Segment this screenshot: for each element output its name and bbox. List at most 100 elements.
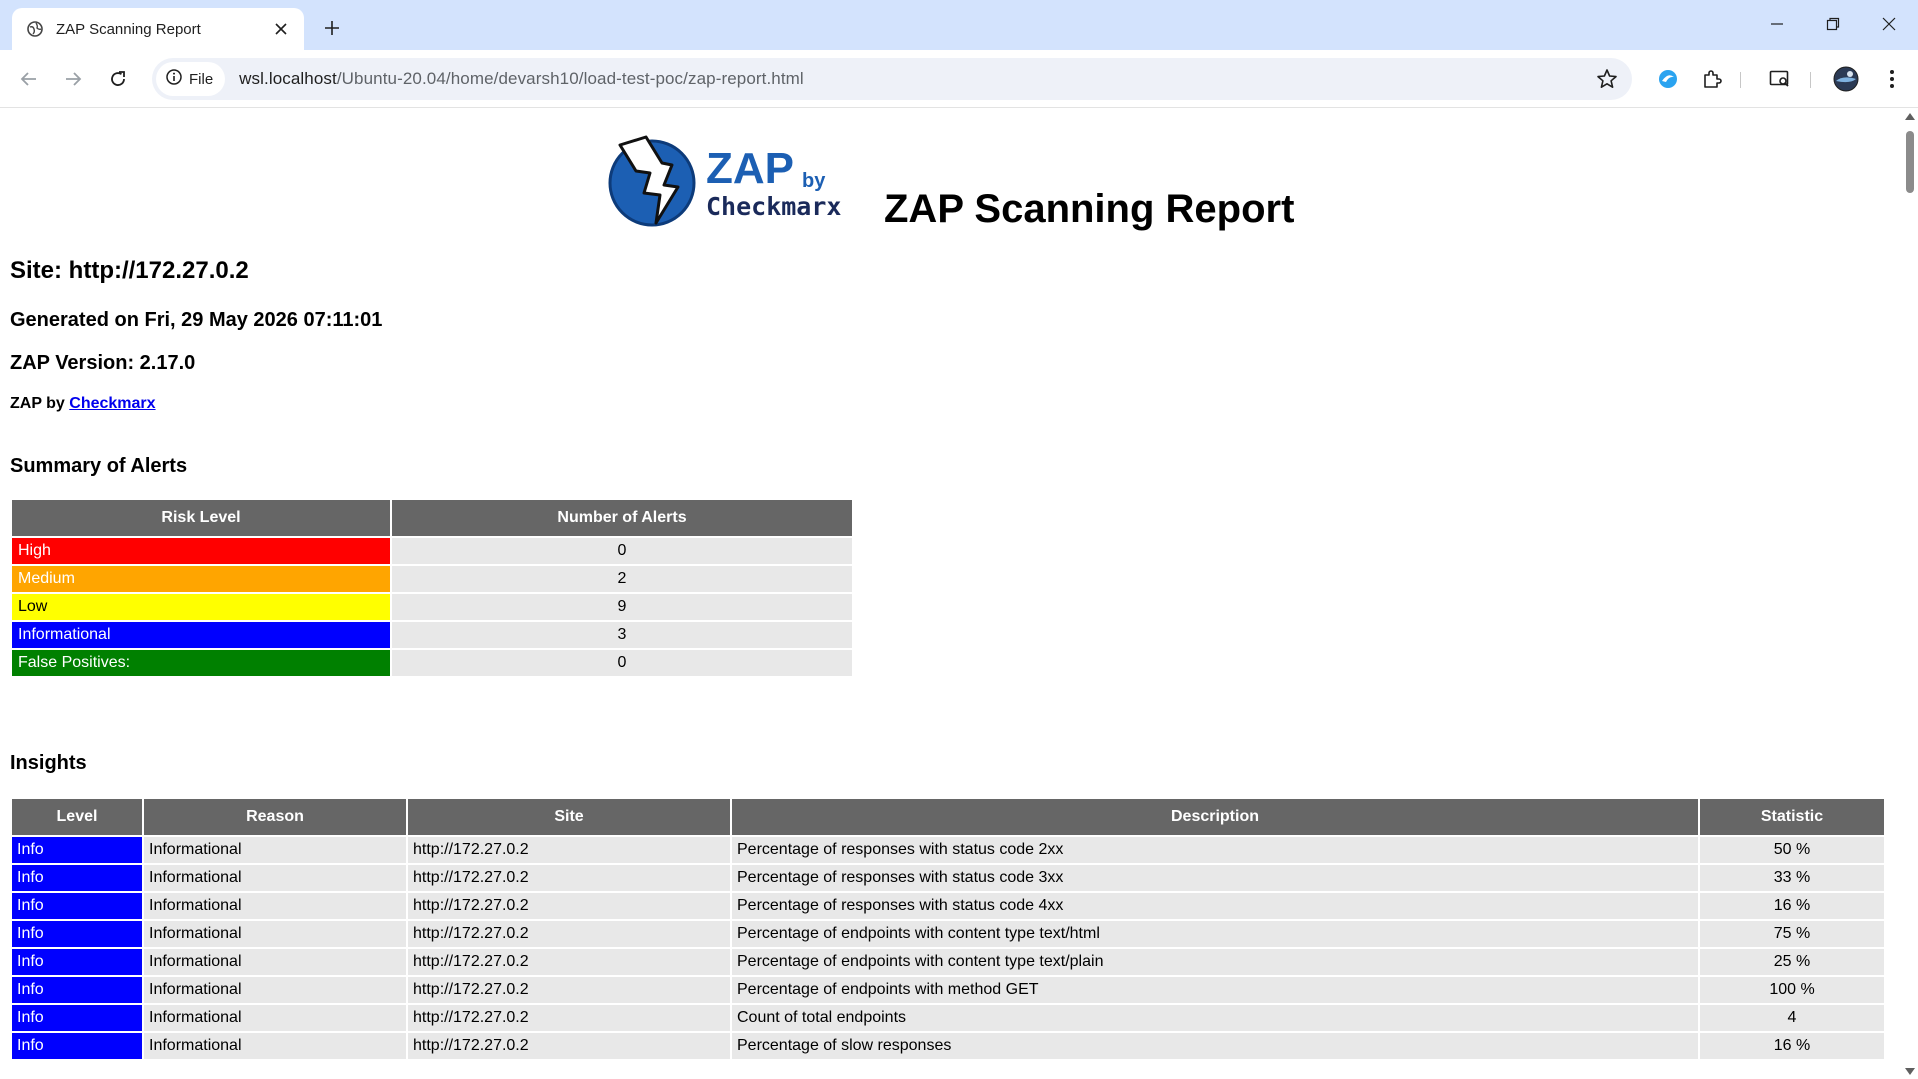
- toolbar-separator: [1810, 72, 1811, 88]
- browser-tab[interactable]: ZAP Scanning Report: [12, 8, 304, 50]
- zap-by-line: ZAP by Checkmarx: [10, 395, 156, 413]
- profile-avatar-icon[interactable]: [1829, 62, 1863, 96]
- insight-row: Info Informational http://172.27.0.2 Percen…: [12, 865, 1884, 891]
- statistic-cell: 16 %: [1700, 1033, 1884, 1059]
- back-icon[interactable]: [12, 62, 46, 96]
- site-heading: Site: http://172.27.0.2: [10, 257, 249, 284]
- insights-table: Level Reason Site Description Statistic …: [10, 797, 1886, 1061]
- reason-cell: Informational: [144, 977, 406, 1003]
- tab-search-icon[interactable]: [1763, 62, 1797, 96]
- level-cell: Info: [12, 837, 142, 863]
- description-cell: Percentage of endpoints with method GET: [732, 977, 1698, 1003]
- reason-cell: Informational: [144, 949, 406, 975]
- checkmarx-link[interactable]: Checkmarx: [69, 395, 155, 412]
- statistic-cell: 33 %: [1700, 865, 1884, 891]
- insight-row: Info Informational http://172.27.0.2 Count …: [12, 1005, 1884, 1031]
- report-title: ZAP Scanning Report: [884, 187, 1295, 231]
- reason-cell: Informational: [144, 1033, 406, 1059]
- site-cell: http://172.27.0.2: [408, 949, 730, 975]
- site-info-chip[interactable]: File: [156, 62, 226, 96]
- globe-icon: [26, 20, 44, 38]
- insights-heading: Insights: [10, 752, 87, 774]
- new-tab-icon[interactable]: [318, 14, 346, 42]
- reason-cell: Informational: [144, 921, 406, 947]
- bookmark-star-icon[interactable]: [1596, 68, 1618, 90]
- level-cell: Info: [12, 977, 142, 1003]
- insight-row: Info Informational http://172.27.0.2 Percen…: [12, 977, 1884, 1003]
- level-cell: Info: [12, 949, 142, 975]
- description-cell: Percentage of responses with status code…: [732, 865, 1698, 891]
- statistic-cell: 4: [1700, 1005, 1884, 1031]
- scroll-up-arrow-icon[interactable]: [1905, 113, 1915, 120]
- alert-count-cell: 9: [392, 594, 852, 620]
- report-page: ZAP by Checkmarx ZAP Scanning Report Sit…: [0, 109, 1902, 1079]
- level-cell: Info: [12, 1033, 142, 1059]
- statistic-cell: 50 %: [1700, 837, 1884, 863]
- info-icon: [166, 68, 182, 90]
- file-label: File: [189, 70, 214, 88]
- zap-checkmarx-logo: ZAP by Checkmarx: [606, 135, 874, 227]
- insight-row: Info Informational http://172.27.0.2 Percen…: [12, 893, 1884, 919]
- site-cell: http://172.27.0.2: [408, 977, 730, 1003]
- description-cell: Percentage of endpoints with content typ…: [732, 921, 1698, 947]
- reason-cell: Informational: [144, 837, 406, 863]
- level-cell: Info: [12, 1005, 142, 1031]
- statistic-cell: 25 %: [1700, 949, 1884, 975]
- page-scrollbar[interactable]: [1902, 109, 1918, 1079]
- description-cell: Percentage of slow responses: [732, 1033, 1698, 1059]
- col-risk-level: Risk Level: [12, 500, 390, 536]
- tab-title: ZAP Scanning Report: [56, 20, 201, 38]
- forward-icon[interactable]: [56, 62, 90, 96]
- site-cell: http://172.27.0.2: [408, 1005, 730, 1031]
- reason-cell: Informational: [144, 865, 406, 891]
- level-cell: Info: [12, 865, 142, 891]
- alert-count-cell: 3: [392, 622, 852, 648]
- url-text[interactable]: wsl.localhost/Ubuntu-20.04/home/devarsh1…: [239, 69, 804, 89]
- menu-kebab-icon[interactable]: [1875, 62, 1909, 96]
- statistic-cell: 100 %: [1700, 977, 1884, 1003]
- insight-row: Info Informational http://172.27.0.2 Percen…: [12, 949, 1884, 975]
- summary-row: High 0: [12, 538, 852, 564]
- risk-level-cell: False Positives:: [12, 650, 390, 676]
- col-level: Level: [12, 799, 142, 835]
- close-window-icon[interactable]: [1866, 10, 1912, 38]
- reason-cell: Informational: [144, 893, 406, 919]
- toolbar-separator: [1740, 72, 1741, 88]
- statistic-cell: 75 %: [1700, 921, 1884, 947]
- url-host: wsl.localhost: [239, 69, 337, 88]
- level-cell: Info: [12, 921, 142, 947]
- risk-level-cell: Informational: [12, 622, 390, 648]
- col-number-of-alerts: Number of Alerts: [392, 500, 852, 536]
- logo-zap-text: ZAP: [706, 144, 794, 193]
- insight-row: Info Informational http://172.27.0.2 Percen…: [12, 1033, 1884, 1059]
- summary-table: Risk Level Number of Alerts High 0 Medium 2…: [10, 498, 854, 678]
- extension-swirl-icon[interactable]: [1651, 62, 1685, 96]
- zap-version: ZAP Version: 2.17.0: [10, 352, 196, 374]
- extensions-puzzle-icon[interactable]: [1695, 62, 1729, 96]
- site-cell: http://172.27.0.2: [408, 865, 730, 891]
- minimize-icon[interactable]: [1754, 10, 1800, 38]
- generated-date: Generated on Fri, 29 May 2026 07:11:01: [10, 309, 383, 331]
- zap-by-prefix: ZAP by: [10, 395, 65, 412]
- col-description: Description: [732, 799, 1698, 835]
- reload-icon[interactable]: [101, 62, 135, 96]
- reason-cell: Informational: [144, 1005, 406, 1031]
- risk-level-cell: Medium: [12, 566, 390, 592]
- site-cell: http://172.27.0.2: [408, 893, 730, 919]
- col-reason: Reason: [144, 799, 406, 835]
- summary-row: False Positives: 0: [12, 650, 852, 676]
- restore-icon[interactable]: [1810, 10, 1856, 38]
- scroll-thumb[interactable]: [1906, 131, 1914, 193]
- level-cell: Info: [12, 893, 142, 919]
- site-cell: http://172.27.0.2: [408, 921, 730, 947]
- address-bar[interactable]: File wsl.localhost/Ubuntu-20.04/home/dev…: [152, 58, 1632, 100]
- scroll-down-arrow-icon[interactable]: [1905, 1068, 1915, 1075]
- close-tab-icon[interactable]: [270, 18, 292, 40]
- logo-checkmarx-text: Checkmarx: [706, 192, 841, 221]
- risk-level-cell: Low: [12, 594, 390, 620]
- description-cell: Count of total endpoints: [732, 1005, 1698, 1031]
- summary-row: Informational 3: [12, 622, 852, 648]
- tab-strip: ZAP Scanning Report: [0, 0, 1918, 50]
- alert-count-cell: 0: [392, 538, 852, 564]
- site-cell: http://172.27.0.2: [408, 837, 730, 863]
